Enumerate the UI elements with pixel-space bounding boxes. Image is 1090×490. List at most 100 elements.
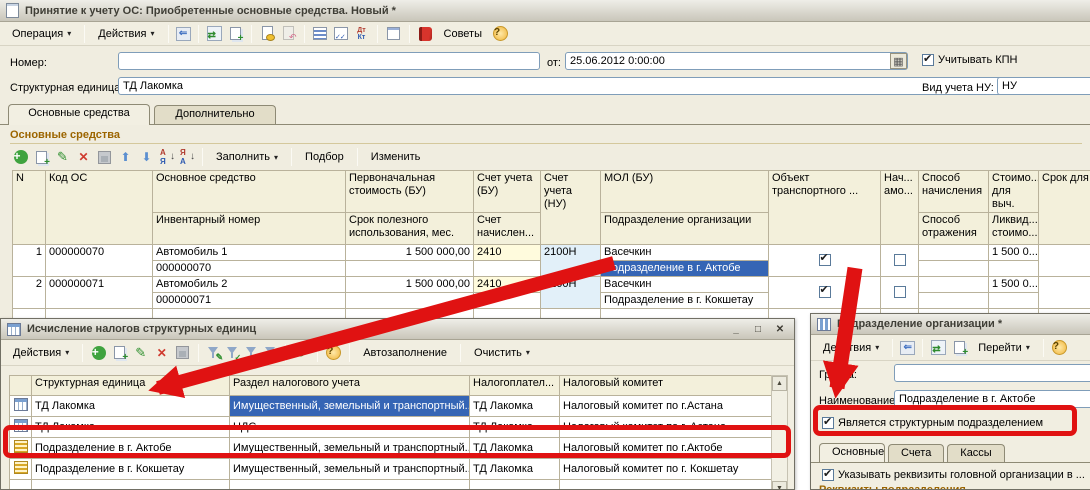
depr-checkbox[interactable] xyxy=(894,254,906,266)
autofill-button[interactable]: Автозаполнение xyxy=(357,344,453,362)
maximize-button[interactable]: □ xyxy=(750,322,766,336)
cell-life[interactable] xyxy=(346,293,474,309)
cell-n[interactable]: 2 xyxy=(13,277,46,309)
post-document-icon[interactable] xyxy=(259,25,276,42)
unit-input[interactable]: ТД Лакомка xyxy=(118,77,1014,95)
journal-icon[interactable] xyxy=(387,27,400,40)
filter-apply-icon[interactable] xyxy=(225,345,240,360)
calendar-button-icon[interactable] xyxy=(890,53,907,69)
col-header-depr-flag[interactable]: Нач... амо... xyxy=(881,171,919,245)
group-input[interactable] xyxy=(894,364,1090,382)
cell-cost-deduct[interactable]: 1 500 0... xyxy=(989,245,1039,261)
cell-code[interactable]: 000000071 xyxy=(46,277,153,309)
scroll-down-icon[interactable]: ▼ xyxy=(772,481,787,490)
copy-row-icon[interactable] xyxy=(33,149,50,166)
head-org-checkbox-row[interactable]: Указывать реквизиты головной организации… xyxy=(822,469,1085,481)
cell-account-nu[interactable]: 2100Н xyxy=(541,245,601,277)
reread-icon[interactable] xyxy=(931,340,946,355)
tab-assets[interactable]: Основные средства xyxy=(8,104,150,125)
cell-account-nu[interactable]: 2100Н xyxy=(541,277,601,309)
clear-button[interactable]: Очистить xyxy=(468,344,536,362)
advice-button[interactable]: Советы xyxy=(438,25,488,43)
cell-transport[interactable] xyxy=(769,277,881,309)
cell-inv[interactable]: 000000071 xyxy=(153,293,346,309)
cell-n[interactable]: 1 xyxy=(13,245,46,277)
nu-kind-input[interactable]: НУ xyxy=(997,77,1090,95)
head-org-checkbox[interactable] xyxy=(822,469,834,481)
col-header-cost[interactable]: Первоначальная стоимость (БУ) xyxy=(346,171,474,213)
cell-unit[interactable]: ТД Лакомка xyxy=(32,396,230,417)
col-header-division[interactable]: Подразделение организации xyxy=(601,213,769,245)
cell-account-depr[interactable] xyxy=(474,261,541,277)
close-button[interactable]: ✕ xyxy=(772,322,788,336)
date-input[interactable]: 25.06.2012 0:00:00 xyxy=(565,52,908,70)
cell-unit[interactable]: Подразделение в г. Кокшетау xyxy=(32,459,230,480)
pick-button[interactable]: Подбор xyxy=(299,148,350,166)
save-order-icon[interactable] xyxy=(98,151,111,164)
save-close-icon[interactable] xyxy=(176,27,191,41)
kpn-checkbox-row[interactable]: Учитывать КПН xyxy=(922,54,1018,66)
copy-icon[interactable] xyxy=(951,339,968,356)
col-header-committee[interactable]: Налоговый комитет xyxy=(560,376,772,396)
cell-method-refl[interactable] xyxy=(919,293,989,309)
cell-section-selected[interactable]: Имущественный, земельный и транспортный.… xyxy=(230,396,470,417)
cell-cost-deduct[interactable]: 1 500 0... xyxy=(989,277,1039,293)
col-header-inv[interactable]: Инвентарный номер xyxy=(153,213,346,245)
col-header-method-refl[interactable]: Способ отражения xyxy=(919,213,989,245)
cell-liquid[interactable] xyxy=(989,293,1039,309)
col-header-transport[interactable]: Объект транспортного ... xyxy=(769,171,881,245)
cell-inv[interactable]: 000000070 xyxy=(153,261,346,277)
cell-depr-flag[interactable] xyxy=(881,277,919,309)
operation-menu-button[interactable]: Операция xyxy=(6,25,77,43)
cell-liquid[interactable] xyxy=(989,261,1039,277)
cell-section[interactable]: Имущественный, земельный и транспортный.… xyxy=(230,459,470,480)
tax-actions-menu-button[interactable]: Действия xyxy=(7,344,75,362)
col-header-payer[interactable]: Налогоплател... xyxy=(470,376,560,396)
goto-menu-button[interactable]: Перейти xyxy=(972,339,1036,357)
dt-kt-icon[interactable] xyxy=(354,25,370,42)
col-header-n[interactable]: N xyxy=(13,171,46,245)
tab-cash[interactable]: Кассы xyxy=(947,444,1005,462)
cell-division-selected[interactable]: Подразделение в г. Актобе xyxy=(601,261,769,277)
actions-menu-button[interactable]: Действия xyxy=(92,25,160,43)
col-header-unit[interactable]: Структурная единица xyxy=(32,376,230,396)
col-header-icon[interactable] xyxy=(10,376,32,396)
col-header-cost-deduct[interactable]: Стоимо... для выч. xyxy=(989,171,1039,213)
cell-account-depr[interactable] xyxy=(474,293,541,309)
cell-term[interactable] xyxy=(1039,277,1090,309)
cell-payer[interactable]: ТД Лакомка xyxy=(470,396,560,417)
cell-asset[interactable]: Автомобиль 1 xyxy=(153,245,346,261)
cell-method[interactable] xyxy=(919,277,989,293)
help-icon[interactable] xyxy=(326,345,341,360)
cell-method[interactable] xyxy=(919,245,989,261)
refresh-icon[interactable] xyxy=(293,344,310,361)
cell-payer[interactable]: ТД Лакомка xyxy=(470,459,560,480)
scroll-up-icon[interactable]: ▲ xyxy=(772,376,787,391)
cell-committee[interactable]: Налоговый комитет по г. Кокшетау xyxy=(560,459,772,480)
sort-desc-icon[interactable] xyxy=(179,149,195,166)
filter-history-icon[interactable] xyxy=(244,345,259,360)
col-header-life[interactable]: Срок полезного использования, мес. xyxy=(346,213,474,245)
cell-term[interactable] xyxy=(1039,245,1090,277)
cell-method-refl[interactable] xyxy=(919,261,989,277)
delete-row-icon[interactable] xyxy=(153,344,170,361)
help-icon[interactable] xyxy=(1052,340,1067,355)
col-header-account-bu[interactable]: Счет учета (БУ) xyxy=(474,171,541,213)
cell-mol[interactable]: Васечкин xyxy=(601,245,769,261)
tab-additional[interactable]: Дополнительно xyxy=(154,105,276,125)
col-header-section[interactable]: Раздел налогового учета xyxy=(230,376,470,396)
change-button[interactable]: Изменить xyxy=(365,148,427,166)
delete-row-icon[interactable] xyxy=(75,149,92,166)
structure-icon[interactable] xyxy=(313,27,327,40)
reread-icon[interactable] xyxy=(207,26,222,41)
help-icon[interactable] xyxy=(493,26,508,41)
cell-committee[interactable]: Налоговый комитет по г.Астана xyxy=(560,396,772,417)
col-header-liquid[interactable]: Ликвид... стоимо... xyxy=(989,213,1039,245)
edit-row-icon[interactable] xyxy=(132,344,149,361)
cell-account-bu[interactable]: 2410 xyxy=(474,245,541,261)
cell-depr-flag[interactable] xyxy=(881,245,919,277)
cell-code[interactable]: 000000070 xyxy=(46,245,153,277)
col-header-code[interactable]: Код ОС xyxy=(46,171,153,245)
save-close-icon[interactable] xyxy=(900,341,915,355)
transport-checkbox[interactable] xyxy=(819,286,831,298)
